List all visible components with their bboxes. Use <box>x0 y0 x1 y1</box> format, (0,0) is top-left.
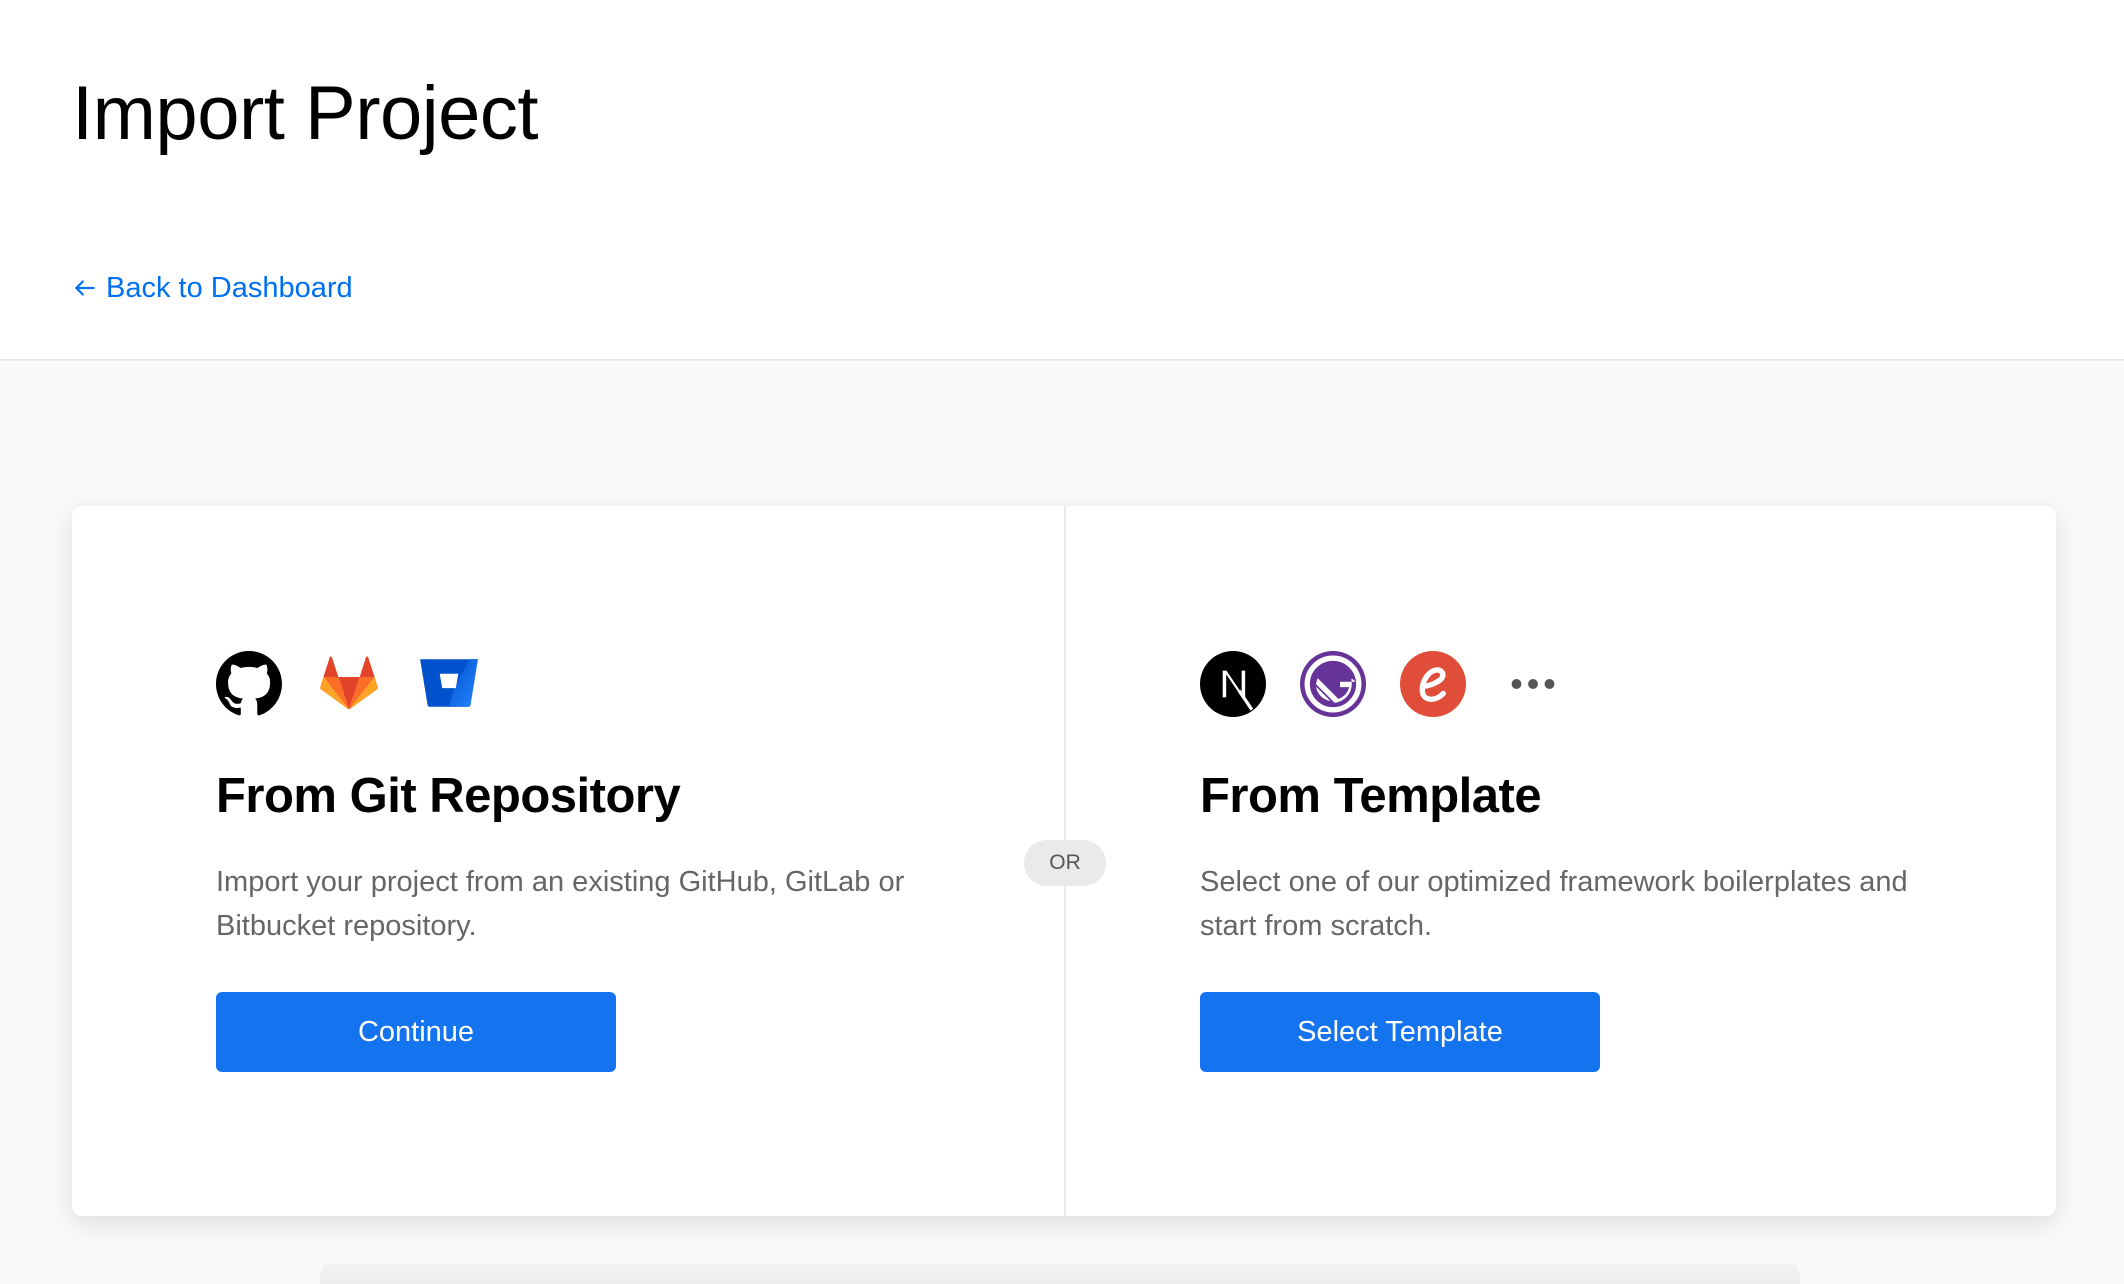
git-panel-description: Import your project from an existing Git… <box>216 866 905 942</box>
gatsby-icon <box>1300 651 1366 717</box>
template-panel-description: Select one of our optimized framework bo… <box>1200 866 1908 942</box>
page-header: Import Project Back to Dashboard <box>0 0 2124 361</box>
arrow-left-icon <box>75 280 95 296</box>
more-icon <box>1500 651 1566 717</box>
git-repository-panel: From Git Repository Import your project … <box>72 506 1064 1216</box>
template-panel: From Template Select one of our optimize… <box>1064 506 2056 1216</box>
template-panel-title: From Template <box>1200 769 1542 823</box>
page-title: Import Project <box>72 71 539 156</box>
select-template-button[interactable]: Select Template <box>1200 992 1600 1072</box>
eleventy-icon <box>1400 651 1466 717</box>
continue-button[interactable]: Continue <box>216 992 616 1072</box>
back-to-dashboard-link[interactable]: Back to Dashboard <box>72 270 353 306</box>
back-link-label: Back to Dashboard <box>106 272 353 304</box>
import-options-card: From Git Repository Import your project … <box>72 506 2056 1216</box>
nextjs-icon <box>1200 651 1266 717</box>
git-provider-icons <box>216 651 516 717</box>
template-framework-icons <box>1200 651 1600 717</box>
bitbucket-icon <box>416 651 482 717</box>
git-panel-title: From Git Repository <box>216 769 681 823</box>
gitlab-icon <box>316 651 382 717</box>
card-shadow-footer <box>320 1264 1800 1284</box>
github-icon <box>216 651 282 717</box>
